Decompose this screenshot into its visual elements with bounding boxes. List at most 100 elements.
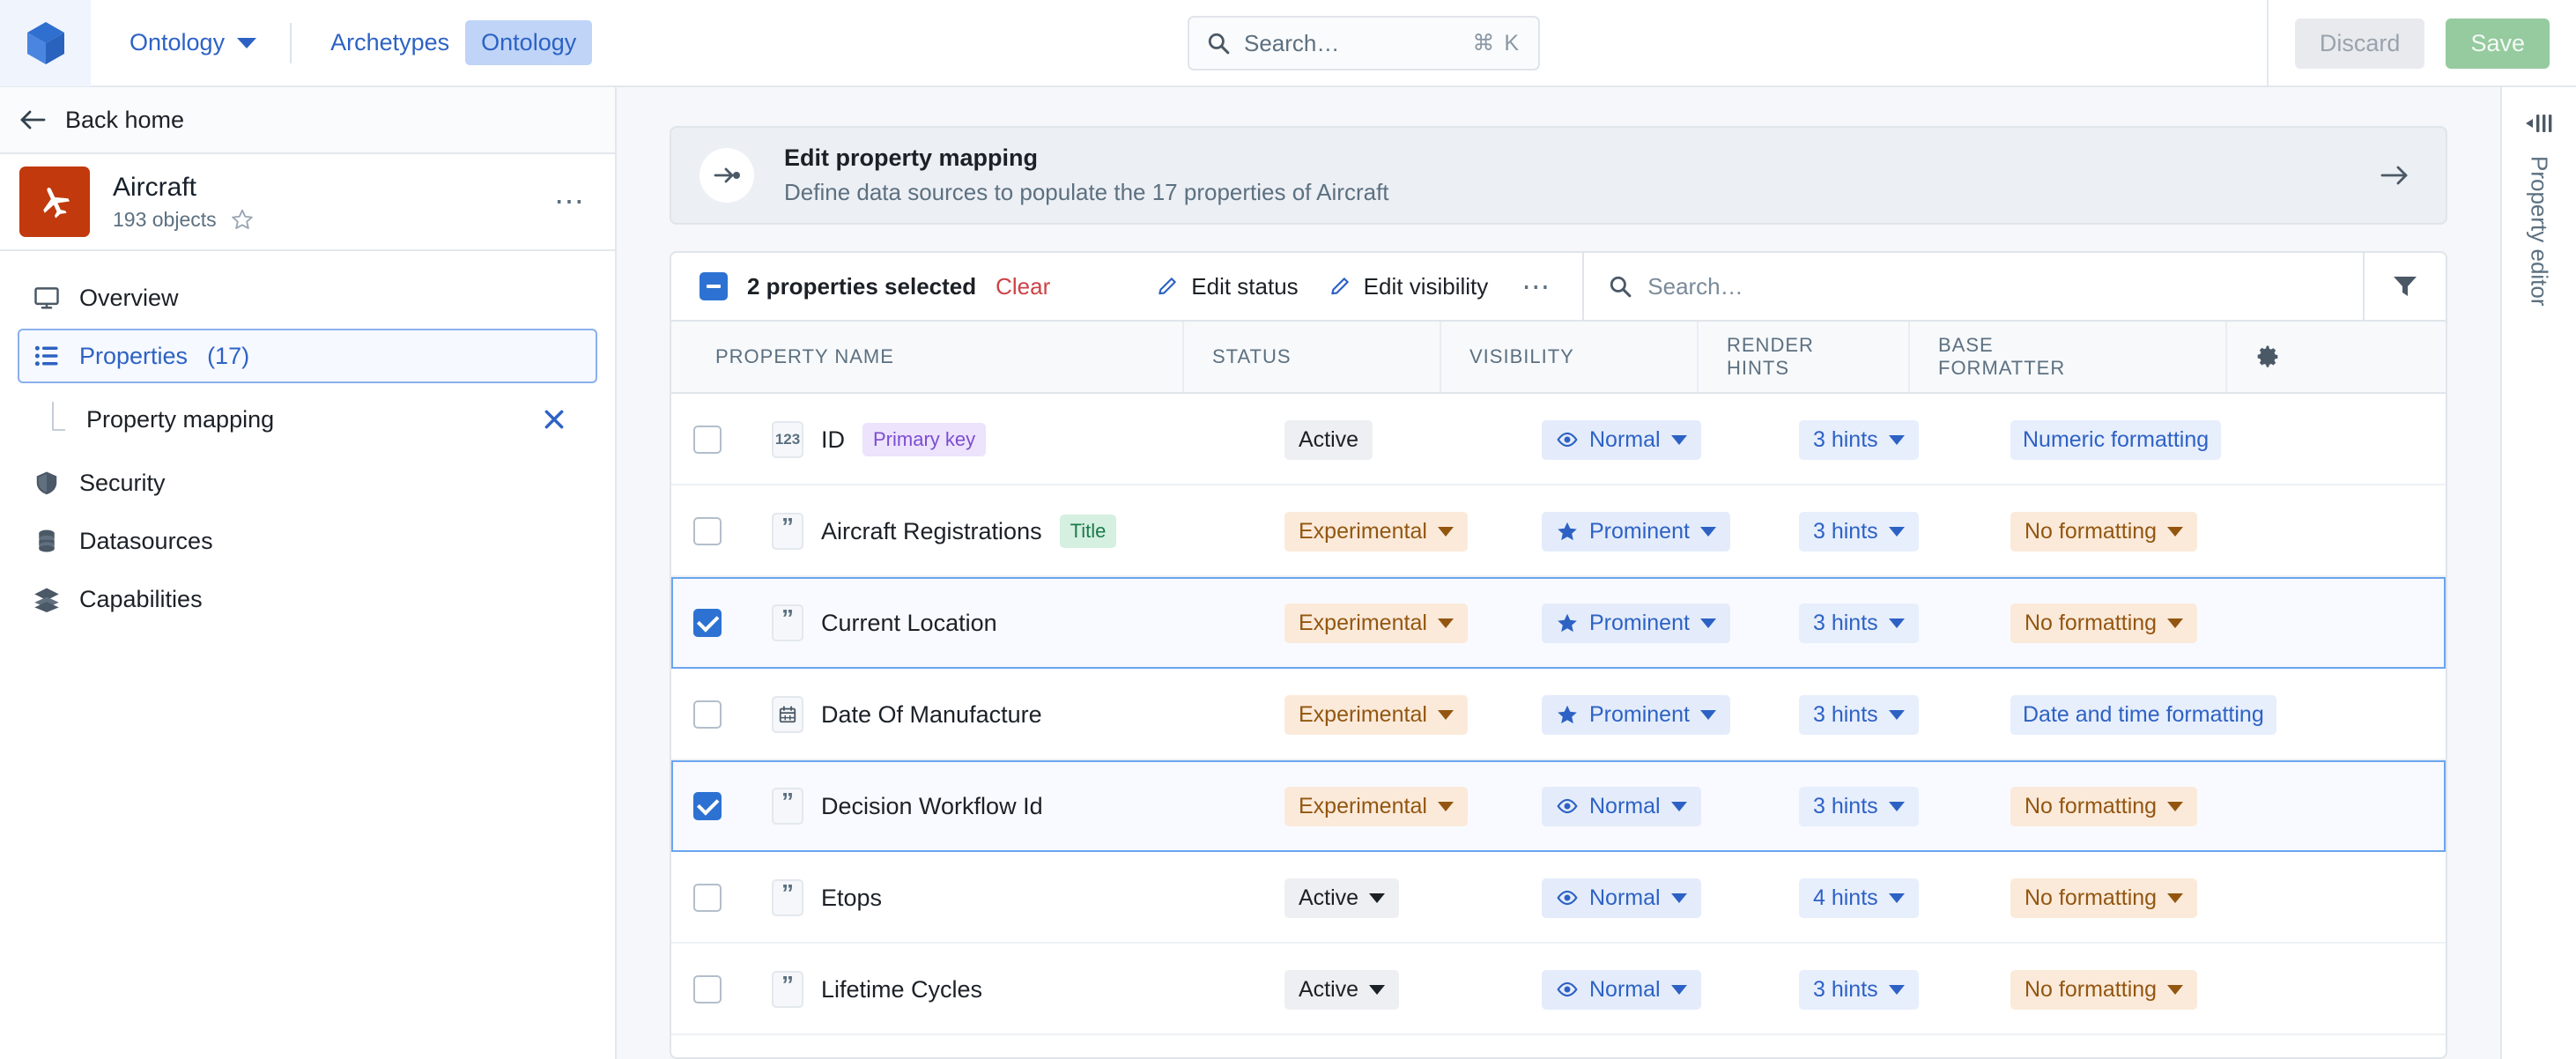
row-checkbox[interactable] — [693, 700, 722, 729]
cell-visibility: Prominent — [1514, 511, 1771, 552]
sidebar-item-capabilities[interactable]: Capabilities — [18, 572, 597, 626]
properties-list-icon — [34, 345, 58, 367]
star-icon — [1558, 705, 1577, 724]
chevron-down-icon — [1437, 618, 1454, 628]
app-logo[interactable] — [0, 0, 91, 86]
global-search-input[interactable]: Search… ⌘ K — [1188, 16, 1540, 70]
gear-icon — [2257, 345, 2278, 367]
tab-ontology[interactable]: Ontology — [465, 20, 593, 65]
star-outline-icon[interactable] — [231, 208, 254, 231]
table-row[interactable]: ” Lifetime Cycles Active Normal 3 hints … — [671, 944, 2446, 1035]
status-chip[interactable]: Experimental — [1284, 694, 1468, 735]
layers-icon — [34, 588, 59, 612]
column-header-property-name[interactable]: PROPERTY NAME — [671, 322, 1184, 392]
cell-visibility: Prominent — [1514, 694, 1771, 735]
row-checkbox[interactable] — [693, 517, 722, 545]
status-chip[interactable]: Active — [1284, 878, 1400, 918]
visibility-chip[interactable]: Prominent — [1542, 694, 1730, 735]
column-header-visibility[interactable]: VISIBILITY — [1441, 322, 1699, 392]
render-hints-chip[interactable]: 3 hints — [1799, 603, 1919, 643]
back-home-button[interactable]: Back home — [0, 87, 615, 154]
base-formatter-chip[interactable]: No formatting — [2010, 969, 2198, 1010]
edit-property-mapping-banner[interactable]: Edit property mapping Define data source… — [670, 126, 2447, 225]
sidebar-item-security[interactable]: Security — [18, 455, 597, 510]
render-hints-chip[interactable]: 3 hints — [1799, 786, 1919, 826]
sidebar-item-datasources[interactable]: Datasources — [18, 514, 597, 568]
cell-property-name: ” Lifetime Cycles — [744, 971, 1256, 1008]
table-row[interactable]: ” Aircraft Registrations Title Experimen… — [671, 485, 2446, 577]
column-header-render-hints[interactable]: RENDER HINTS — [1699, 322, 1910, 392]
row-checkbox[interactable] — [693, 884, 722, 912]
properties-table-card: 2 properties selected Clear Edit status — [670, 251, 2447, 1059]
top-nav: Ontology Archetypes Ontology — [91, 0, 593, 85]
visibility-chip[interactable]: Normal — [1542, 969, 1701, 1010]
column-label: PROPERTY NAME — [715, 345, 894, 367]
sidebar-item-overview[interactable]: Overview — [18, 270, 597, 325]
column-header-status[interactable]: STATUS — [1184, 322, 1441, 392]
table-row[interactable]: 123 ID Primary key Active Normal 3 hints… — [671, 394, 2446, 485]
column-header-base-formatter[interactable]: BASE FORMATTER — [1910, 322, 2227, 392]
render-hints-chip[interactable]: 3 hints — [1799, 419, 1919, 460]
property-editor-label[interactable]: Property editor — [2526, 156, 2553, 307]
base-formatter-link[interactable]: Numeric formatting — [2010, 419, 2222, 460]
filter-button[interactable] — [2365, 253, 2446, 320]
base-formatter-chip[interactable]: No formatting — [2010, 603, 2198, 643]
cell-property-name: ” Aircraft Registrations Title — [744, 513, 1256, 550]
edit-visibility-button[interactable]: Edit visibility — [1329, 273, 1488, 300]
primary-key-tag: Primary key — [862, 423, 987, 456]
filter-funnel-icon — [2394, 277, 2417, 296]
object-overflow-menu[interactable]: ⋯ — [549, 184, 592, 219]
eye-icon — [1557, 890, 1578, 906]
edit-status-button[interactable]: Edit status — [1156, 273, 1299, 300]
cell-property-name: Date Of Manufacture — [744, 696, 1256, 733]
close-icon[interactable] — [543, 408, 566, 431]
render-hints-chip[interactable]: 3 hints — [1799, 969, 1919, 1010]
table-row[interactable]: ” Etops Active Normal 4 hints No formatt… — [671, 852, 2446, 944]
table-toolbar: 2 properties selected Clear Edit status — [671, 253, 2446, 320]
render-hints-chip[interactable]: 3 hints — [1799, 694, 1919, 735]
bulk-actions-overflow-menu[interactable]: ⋯ — [1518, 270, 1556, 303]
chevron-down-icon — [1437, 709, 1454, 720]
select-all-checkbox[interactable] — [700, 272, 728, 300]
status-chip[interactable]: Experimental — [1284, 786, 1468, 826]
panel-collapse-icon[interactable] — [2524, 110, 2554, 137]
status-chip[interactable]: Experimental — [1284, 511, 1468, 552]
status-chip[interactable]: Active — [1284, 969, 1400, 1010]
visibility-chip[interactable]: Normal — [1542, 419, 1701, 460]
visibility-chip[interactable]: Prominent — [1542, 603, 1730, 643]
chevron-down-icon — [237, 37, 257, 48]
workspace-dropdown[interactable]: Ontology — [119, 22, 267, 63]
visibility-chip[interactable]: Normal — [1542, 786, 1701, 826]
status-chip[interactable]: Experimental — [1284, 603, 1468, 643]
table-search-input[interactable]: Search… — [1584, 253, 2363, 320]
visibility-chip[interactable]: Normal — [1542, 878, 1701, 918]
base-formatter-chip[interactable]: No formatting — [2010, 786, 2198, 826]
base-formatter-chip[interactable]: No formatting — [2010, 511, 2198, 552]
discard-button[interactable]: Discard — [2294, 19, 2425, 69]
table-row[interactable]: Date Of Manufacture Experimental Promine… — [671, 669, 2446, 760]
row-select-cell — [671, 975, 744, 1003]
property-name-label: Date Of Manufacture — [821, 700, 1042, 728]
render-hints-chip[interactable]: 4 hints — [1799, 878, 1919, 918]
property-name-label: Decision Workflow Id — [821, 792, 1043, 819]
base-formatter-link[interactable]: Date and time formatting — [2010, 694, 2276, 735]
save-button[interactable]: Save — [2446, 19, 2550, 69]
tab-archetypes[interactable]: Archetypes — [315, 20, 465, 65]
row-checkbox[interactable] — [693, 609, 722, 637]
row-checkbox[interactable] — [693, 426, 722, 454]
sidebar-subitem-property-mapping[interactable]: Property mapping — [35, 392, 580, 447]
render-hints-chip[interactable]: 3 hints — [1799, 511, 1919, 552]
table-row[interactable]: ” Decision Workflow Id Experimental Norm… — [671, 760, 2446, 852]
table-settings-button[interactable] — [2227, 322, 2308, 392]
row-checkbox[interactable] — [693, 975, 722, 1003]
row-checkbox[interactable] — [693, 792, 722, 820]
arrow-right-icon[interactable] — [2379, 163, 2410, 188]
clear-selection-button[interactable]: Clear — [996, 273, 1050, 300]
base-formatter-chip[interactable]: No formatting — [2010, 878, 2198, 918]
sidebar-properties-count: (17) — [207, 342, 250, 369]
sidebar-item-properties[interactable]: Properties (17) — [18, 329, 597, 383]
property-name-label: Lifetime Cycles — [821, 975, 983, 1003]
table-row[interactable]: ” Current Location Experimental Prominen… — [671, 577, 2446, 669]
visibility-chip[interactable]: Prominent — [1542, 511, 1730, 552]
base-formatter-label: No formatting — [2025, 518, 2158, 544]
